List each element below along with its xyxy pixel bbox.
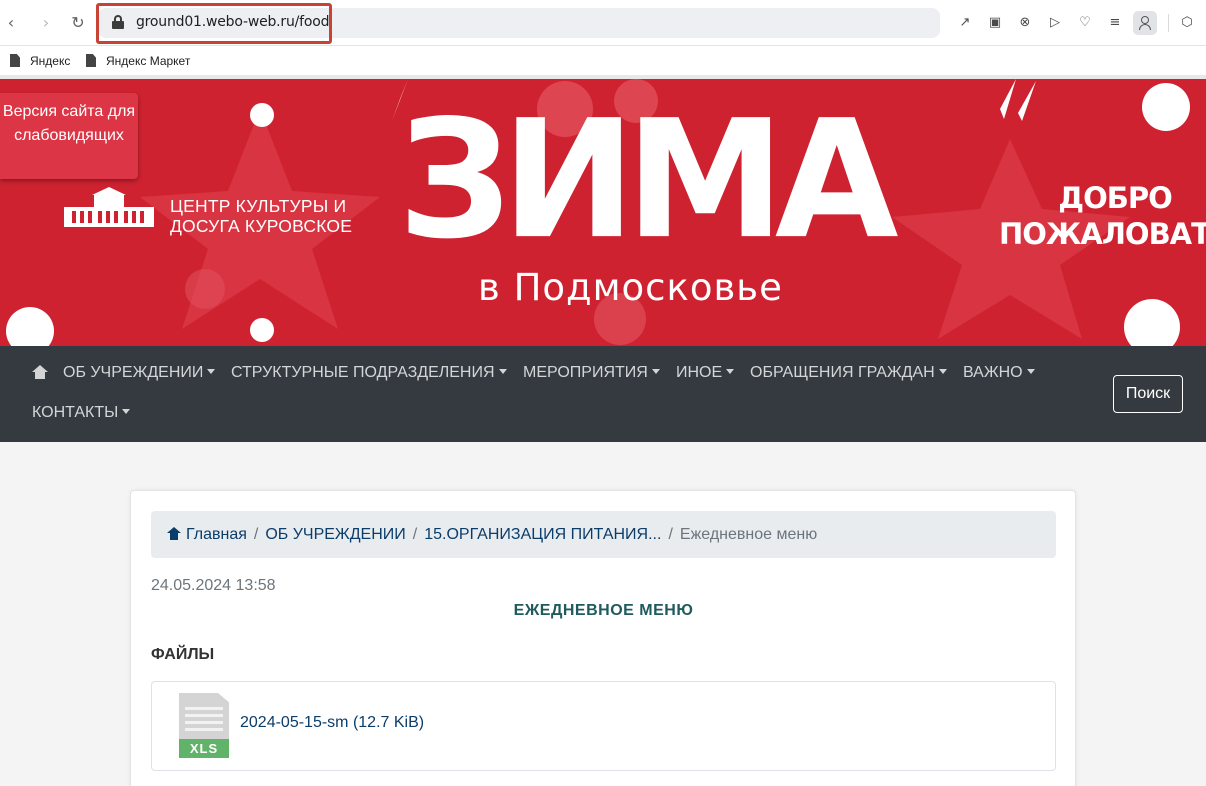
breadcrumb-current: Ежедневное меню — [679, 526, 818, 543]
banner-welcome: ДОБРО ПОЖАЛОВАТЬ — [998, 181, 1206, 251]
banner-subheadline: в Подмосковье — [478, 266, 783, 309]
files-heading: ФАЙЛЫ — [151, 646, 215, 663]
shield-icon[interactable]: ⊗ — [1014, 12, 1036, 34]
breadcrumb-home[interactable]: Главная — [186, 526, 247, 543]
org-name: ЦЕНТР КУЛЬТУРЫ И ДОСУГА КУРОВСКОЕ — [170, 196, 353, 236]
caret-down-icon — [207, 369, 216, 374]
play-icon[interactable]: ▷ — [1044, 12, 1066, 34]
caret-down-icon — [498, 369, 507, 374]
caret-down-icon — [726, 369, 735, 374]
decor-streak — [1018, 81, 1036, 121]
low-vision-version-button[interactable]: Версия сайта для слабовидящих — [0, 93, 138, 179]
document-icon — [86, 54, 96, 67]
share-icon[interactable]: ↗ — [954, 12, 976, 34]
document-icon — [10, 54, 20, 67]
reader-icon[interactable]: ≡ — [1104, 12, 1126, 34]
nav-item-appeals[interactable]: ОБРАЩЕНИЯ ГРАЖДАН — [750, 363, 947, 383]
home-icon — [167, 527, 181, 540]
nav-item-contacts[interactable]: КОНТАКТЫ — [32, 403, 131, 423]
breadcrumb-food-organization[interactable]: 15.ОРГАНИЗАЦИЯ ПИТАНИЯ... — [424, 526, 661, 543]
breadcrumb-separator: / — [253, 526, 259, 543]
nav-item-divisions[interactable]: СТРУКТУРНЫЕ ПОДРАЗДЕЛЕНИЯ — [231, 363, 507, 383]
breadcrumb-separator: / — [668, 526, 673, 543]
main-navbar: ОБ УЧРЕЖДЕНИИ СТРУКТУРНЫЕ ПОДРАЗДЕЛЕНИЯ … — [0, 346, 1206, 442]
caret-down-icon — [651, 369, 660, 374]
url-text[interactable]: ground01.webo-web.ru/food — [136, 14, 330, 30]
heart-icon[interactable]: ♡ — [1074, 12, 1096, 34]
decor-circle — [1124, 299, 1180, 346]
reload-icon[interactable]: ↻ — [68, 12, 88, 34]
post-date: 24.05.2024 13:58 — [151, 577, 276, 594]
search-button[interactable]: Поиск — [1113, 375, 1183, 413]
decor-circle — [250, 318, 274, 342]
lock-icon[interactable] — [112, 15, 124, 29]
decor-circle — [185, 269, 225, 309]
breadcrumb-about[interactable]: ОБ УЧРЕЖДЕНИИ — [265, 526, 405, 543]
home-icon[interactable] — [32, 365, 48, 380]
nav-item-about[interactable]: ОБ УЧРЕЖДЕНИИ — [63, 363, 216, 383]
breadcrumb-separator: / — [412, 526, 418, 543]
decor-circle — [1142, 83, 1190, 131]
breadcrumb: Главная / ОБ УЧРЕЖДЕНИИ / 15.ОРГАНИЗАЦИЯ ПИТ… — [151, 511, 1056, 558]
decor-streak — [1000, 79, 1016, 119]
xls-file-icon[interactable]: XLS — [179, 693, 229, 758]
nav-item-events[interactable]: МЕРОПРИЯТИЯ — [523, 363, 660, 383]
toolbar-separator — [1168, 14, 1169, 32]
decor-circle — [250, 103, 274, 127]
extensions-icon[interactable]: ⬡ — [1176, 12, 1198, 34]
bookmark-yandex[interactable]: Яндекс — [10, 54, 70, 68]
forward-icon[interactable]: › — [36, 12, 56, 34]
decor-circle — [6, 307, 54, 346]
bookmarks-bar: Яндекс Яндекс Маркет — [0, 47, 1206, 75]
profile-icon[interactable] — [1133, 11, 1157, 35]
back-icon[interactable]: ‹ — [1, 12, 21, 34]
caret-down-icon — [122, 409, 131, 414]
browser-toolbar: ‹ › ↻ ground01.webo-web.ru/food ↗ ▣ ⊗ ▷ … — [0, 0, 1206, 46]
post-title: ЕЖЕДНЕВНОЕ МЕНЮ — [513, 602, 694, 619]
caret-down-icon — [938, 369, 947, 374]
nav-item-other[interactable]: ИНОЕ — [676, 363, 735, 383]
file-download-link[interactable]: 2024-05-15-sm (12.7 KiB) — [240, 714, 424, 732]
building-logo-icon — [64, 187, 154, 227]
bookmark-yandex-market[interactable]: Яндекс Маркет — [86, 54, 190, 68]
screenshot-icon[interactable]: ▣ — [984, 12, 1006, 34]
caret-down-icon — [1026, 369, 1035, 374]
banner-headline: ЗИМА — [398, 84, 899, 275]
nav-item-important[interactable]: ВАЖНО — [963, 363, 1035, 383]
